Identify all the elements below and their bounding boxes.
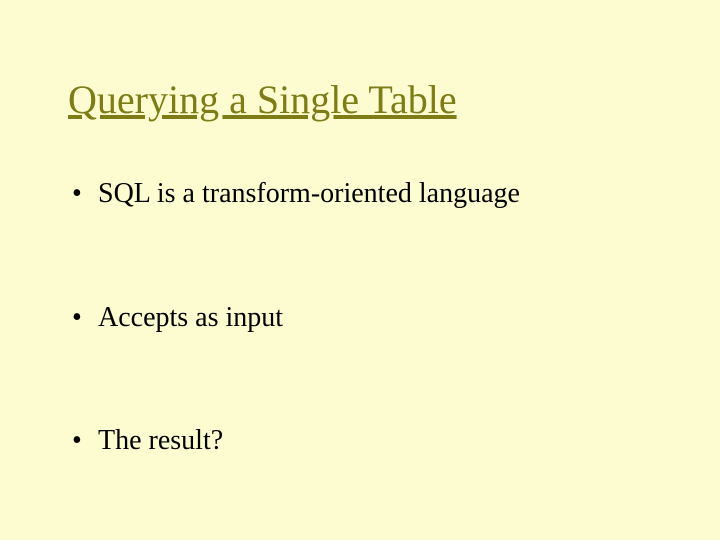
bullet-text: The result? xyxy=(98,425,223,456)
list-item: SQL is a transform-oriented language xyxy=(68,177,670,211)
bullet-text: SQL is a transform-oriented language xyxy=(98,178,520,209)
bullet-list: SQL is a transform-oriented language Acc… xyxy=(68,177,670,458)
bullet-text: Accepts as input xyxy=(98,302,283,333)
list-item: The result? xyxy=(68,424,670,458)
list-item: Accepts as input xyxy=(68,301,670,335)
slide-title: Querying a Single Table xyxy=(68,78,670,122)
slide: Querying a Single Table SQL is a transfo… xyxy=(0,0,720,540)
